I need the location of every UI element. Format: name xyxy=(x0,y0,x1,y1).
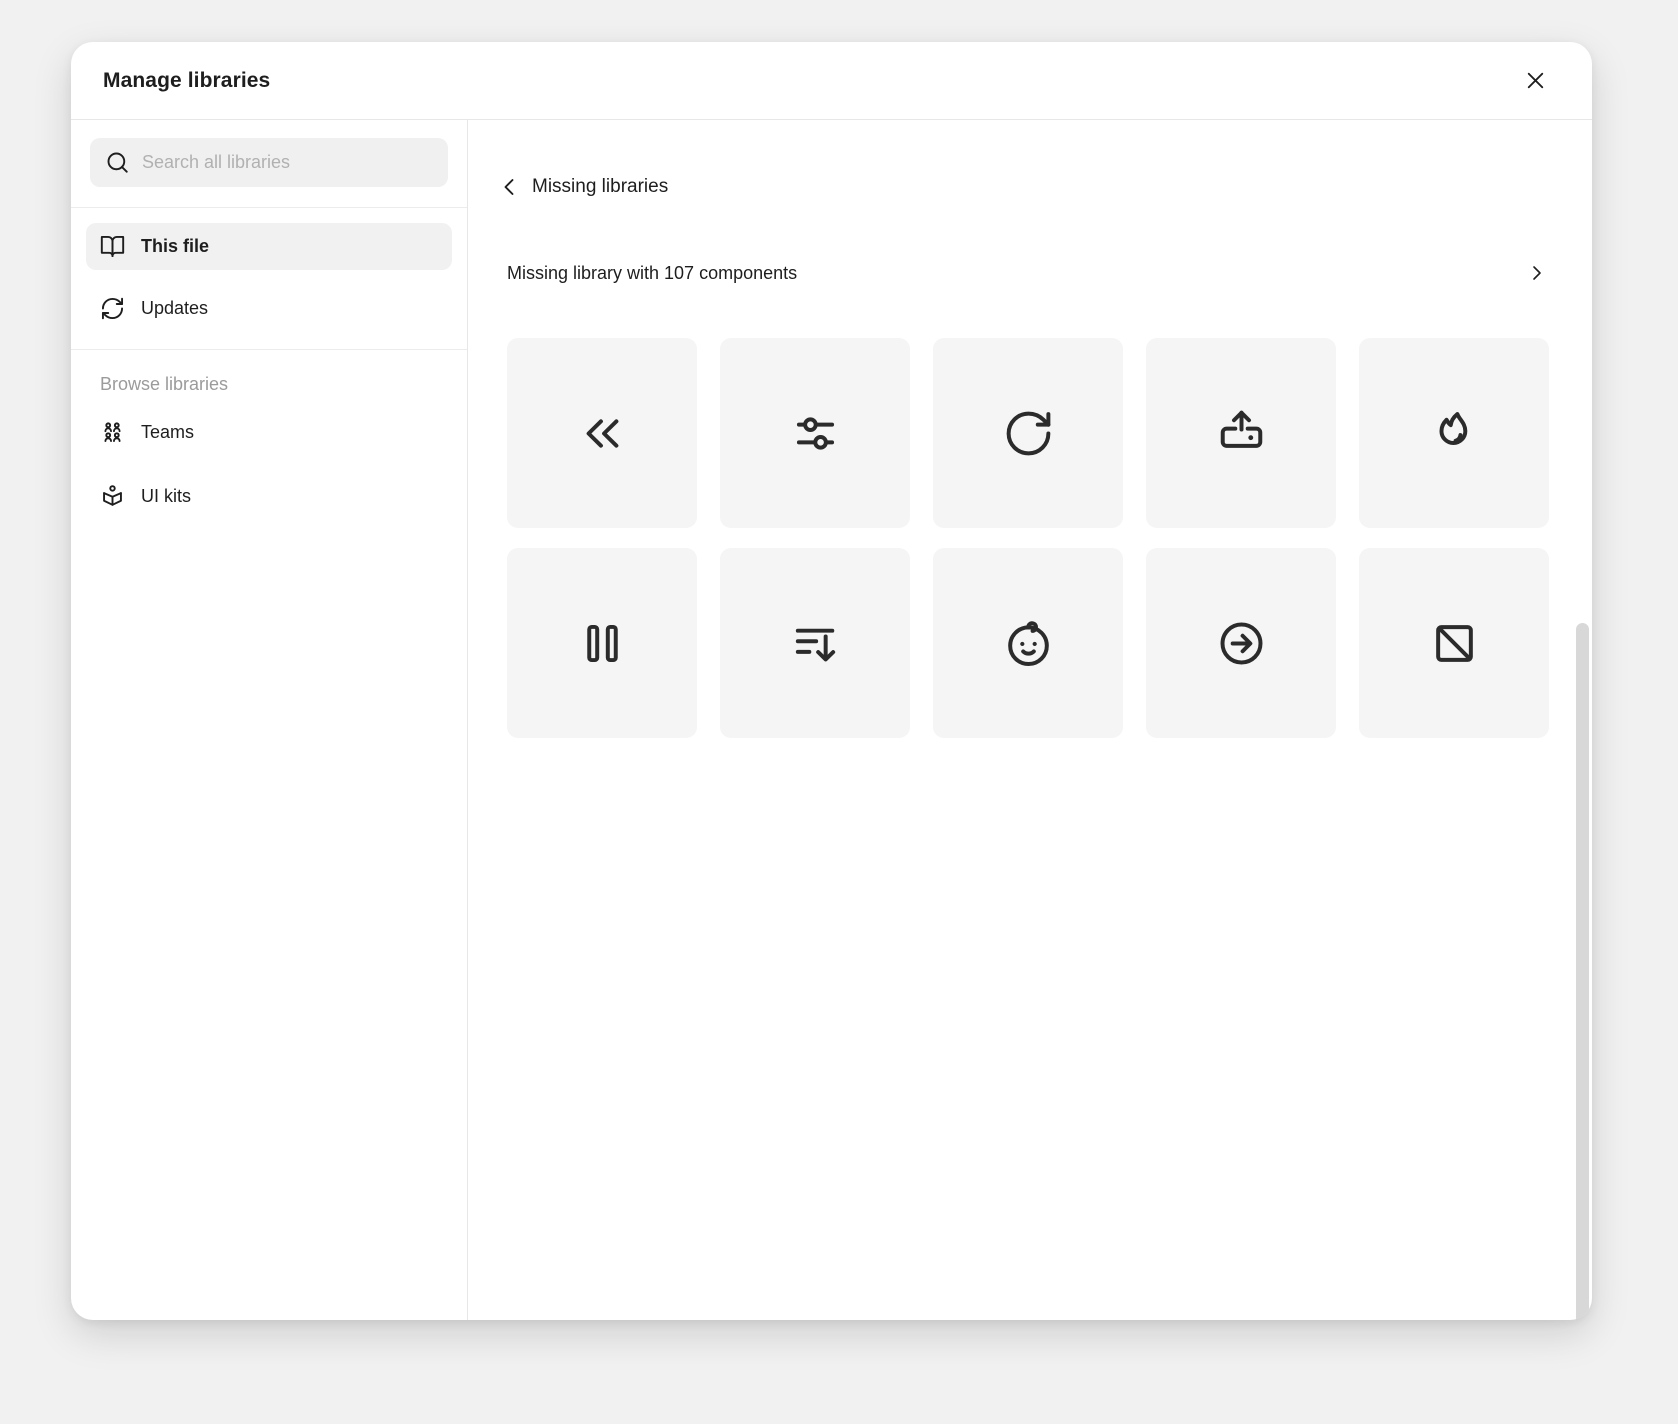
sidebar-item-teams[interactable]: Teams xyxy=(86,409,452,456)
search-section xyxy=(71,120,467,208)
search-box[interactable] xyxy=(90,138,448,187)
main-panel: Missing libraries Missing library with 1… xyxy=(468,120,1592,1320)
chevrons-left-icon xyxy=(576,407,629,460)
component-tile-flame[interactable] xyxy=(1359,338,1549,528)
sidebar: This file Updates Browse librari xyxy=(71,120,468,1320)
component-tile-pause[interactable] xyxy=(507,548,697,738)
teams-icon xyxy=(99,419,126,446)
flame-icon xyxy=(1428,407,1481,460)
component-tile-square-slash[interactable] xyxy=(1359,548,1549,738)
browse-libraries-section: Browse libraries Teams xyxy=(71,350,467,520)
page-title: Missing libraries xyxy=(532,176,668,198)
scrollbar-thumb[interactable] xyxy=(1576,623,1589,1320)
sidebar-item-updates[interactable]: Updates xyxy=(86,285,452,332)
sidebar-nav: This file Updates xyxy=(71,208,467,350)
chevron-left-icon xyxy=(495,173,523,201)
dialog-title: Manage libraries xyxy=(103,69,270,93)
sidebar-item-label: Updates xyxy=(141,298,208,319)
search-icon xyxy=(104,149,131,176)
component-grid xyxy=(507,338,1549,738)
close-button[interactable] xyxy=(1518,64,1552,98)
manage-libraries-dialog: Manage libraries xyxy=(71,42,1592,1320)
component-tile-sort-descending[interactable] xyxy=(720,548,910,738)
arrow-right-circle-icon xyxy=(1215,617,1268,670)
back-navigation[interactable]: Missing libraries xyxy=(495,164,668,210)
refresh-icon xyxy=(99,295,126,322)
upload-tray-icon xyxy=(1215,407,1268,460)
book-open-icon xyxy=(99,233,126,260)
sidebar-item-label: Teams xyxy=(141,422,194,443)
browse-libraries-heading: Browse libraries xyxy=(86,374,452,395)
sidebar-item-this-file[interactable]: This file xyxy=(86,223,452,270)
sidebar-item-label: UI kits xyxy=(141,486,191,507)
sort-descending-icon xyxy=(789,617,842,670)
missing-library-label: Missing library with 107 components xyxy=(507,263,797,284)
component-tile-rotate-cw[interactable] xyxy=(933,338,1123,528)
missing-library-row[interactable]: Missing library with 107 components xyxy=(507,250,1549,296)
square-slash-icon xyxy=(1428,617,1481,670)
baby-face-icon xyxy=(1002,617,1055,670)
component-tile-baby-face[interactable] xyxy=(933,548,1123,738)
pause-icon xyxy=(576,617,629,670)
component-tile-sliders[interactable] xyxy=(720,338,910,528)
chevron-right-icon xyxy=(1525,261,1549,285)
dialog-header: Manage libraries xyxy=(71,42,1592,120)
component-tile-upload-tray[interactable] xyxy=(1146,338,1336,528)
component-tile-arrow-right-circle[interactable] xyxy=(1146,548,1336,738)
component-tile-chevrons-left[interactable] xyxy=(507,338,697,528)
search-input[interactable] xyxy=(142,152,434,173)
close-icon xyxy=(1522,67,1549,94)
ui-kits-icon xyxy=(99,483,126,510)
sidebar-item-label: This file xyxy=(141,236,209,257)
sidebar-item-ui-kits[interactable]: UI kits xyxy=(86,473,452,520)
sliders-icon xyxy=(789,407,842,460)
rotate-cw-icon xyxy=(1002,407,1055,460)
